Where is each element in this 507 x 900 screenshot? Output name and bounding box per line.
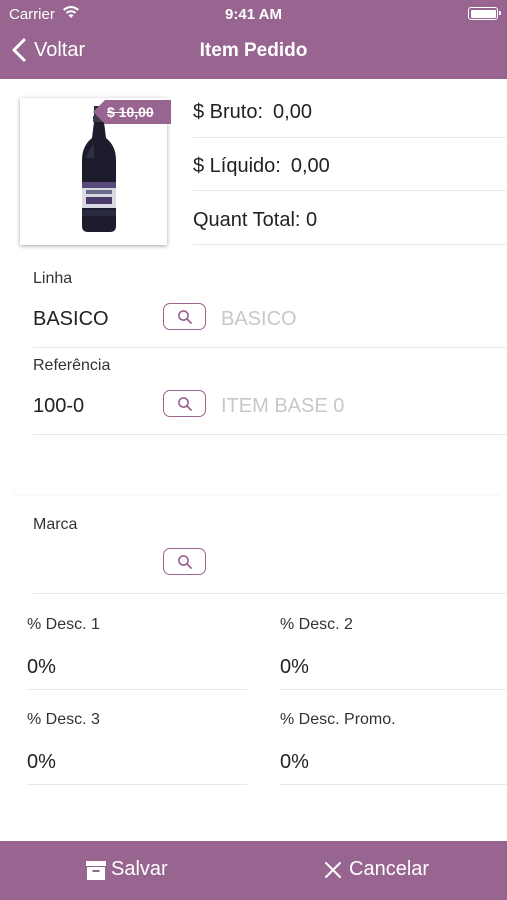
gross-value-row: $ Bruto: 0,00 xyxy=(193,101,507,138)
linha-description: BASICO xyxy=(221,308,297,330)
product-image-card[interactable]: $ 10,00 xyxy=(20,98,171,245)
divider xyxy=(33,347,507,348)
promo-input[interactable]: 0% xyxy=(280,751,309,774)
divider xyxy=(33,593,507,594)
cancel-button[interactable]: Cancelar xyxy=(323,858,429,881)
promo-label: % Desc. Promo. xyxy=(280,711,396,728)
archive-icon xyxy=(86,860,106,880)
referencia-search-button[interactable] xyxy=(163,390,206,417)
net-value: 0,00 xyxy=(290,155,330,177)
divider xyxy=(193,244,507,245)
net-value-row: $ Líquido: 0,00 xyxy=(193,155,507,192)
gross-value: 0,00 xyxy=(273,101,312,123)
linha-value-field[interactable]: BASICO xyxy=(33,308,109,331)
search-icon xyxy=(177,554,192,569)
referencia-label: Referência xyxy=(33,357,111,374)
qty-label: Quant Total: xyxy=(193,209,301,231)
navigation-bar: Voltar Item Pedido xyxy=(0,30,507,74)
page-title: Item Pedido xyxy=(199,40,308,61)
marca-value-field[interactable] xyxy=(33,552,153,578)
save-button[interactable]: Salvar xyxy=(85,858,168,881)
divider xyxy=(280,689,507,690)
original-price: $ 10,00 xyxy=(107,104,154,120)
desc1-input[interactable]: 0% xyxy=(27,656,56,679)
marca-search-button[interactable] xyxy=(163,548,206,575)
qty-row: Quant Total: 0 xyxy=(193,209,507,246)
desc2-input[interactable]: 0% xyxy=(280,656,309,679)
net-label: $ Líquido: xyxy=(193,155,281,177)
linha-search-button[interactable] xyxy=(163,303,206,330)
marca-label: Marca xyxy=(33,516,78,533)
desc1-label: % Desc. 1 xyxy=(27,616,100,633)
status-bar: Carrier 9:41 AM xyxy=(0,0,507,28)
empty-section xyxy=(15,438,500,494)
referencia-description: ITEM BASE 0 xyxy=(221,395,345,417)
cancel-label: Cancelar xyxy=(349,858,430,880)
search-icon xyxy=(177,309,192,324)
divider xyxy=(27,689,247,690)
divider xyxy=(193,190,507,191)
desc3-input[interactable]: 0% xyxy=(27,751,56,774)
close-icon xyxy=(325,861,341,878)
divider xyxy=(27,784,247,785)
battery-icon xyxy=(468,7,501,20)
top-bar: Carrier 9:41 AM Voltar Item Pedido xyxy=(0,0,507,79)
referencia-value-field[interactable]: 100-0 xyxy=(33,395,84,418)
divider xyxy=(33,434,507,435)
desc2-label: % Desc. 2 xyxy=(280,616,353,633)
divider xyxy=(280,784,507,785)
status-time: 9:41 AM xyxy=(225,6,282,23)
divider xyxy=(193,137,507,138)
linha-label: Linha xyxy=(33,270,73,287)
desc3-label: % Desc. 3 xyxy=(27,711,100,728)
search-icon xyxy=(177,396,192,411)
gross-label: $ Bruto: xyxy=(193,101,264,123)
save-label: Salvar xyxy=(111,858,168,880)
bottom-toolbar: Salvar Cancelar xyxy=(0,841,507,900)
qty-value: 0 xyxy=(306,209,318,231)
price-tag: $ 10,00 xyxy=(93,100,171,124)
